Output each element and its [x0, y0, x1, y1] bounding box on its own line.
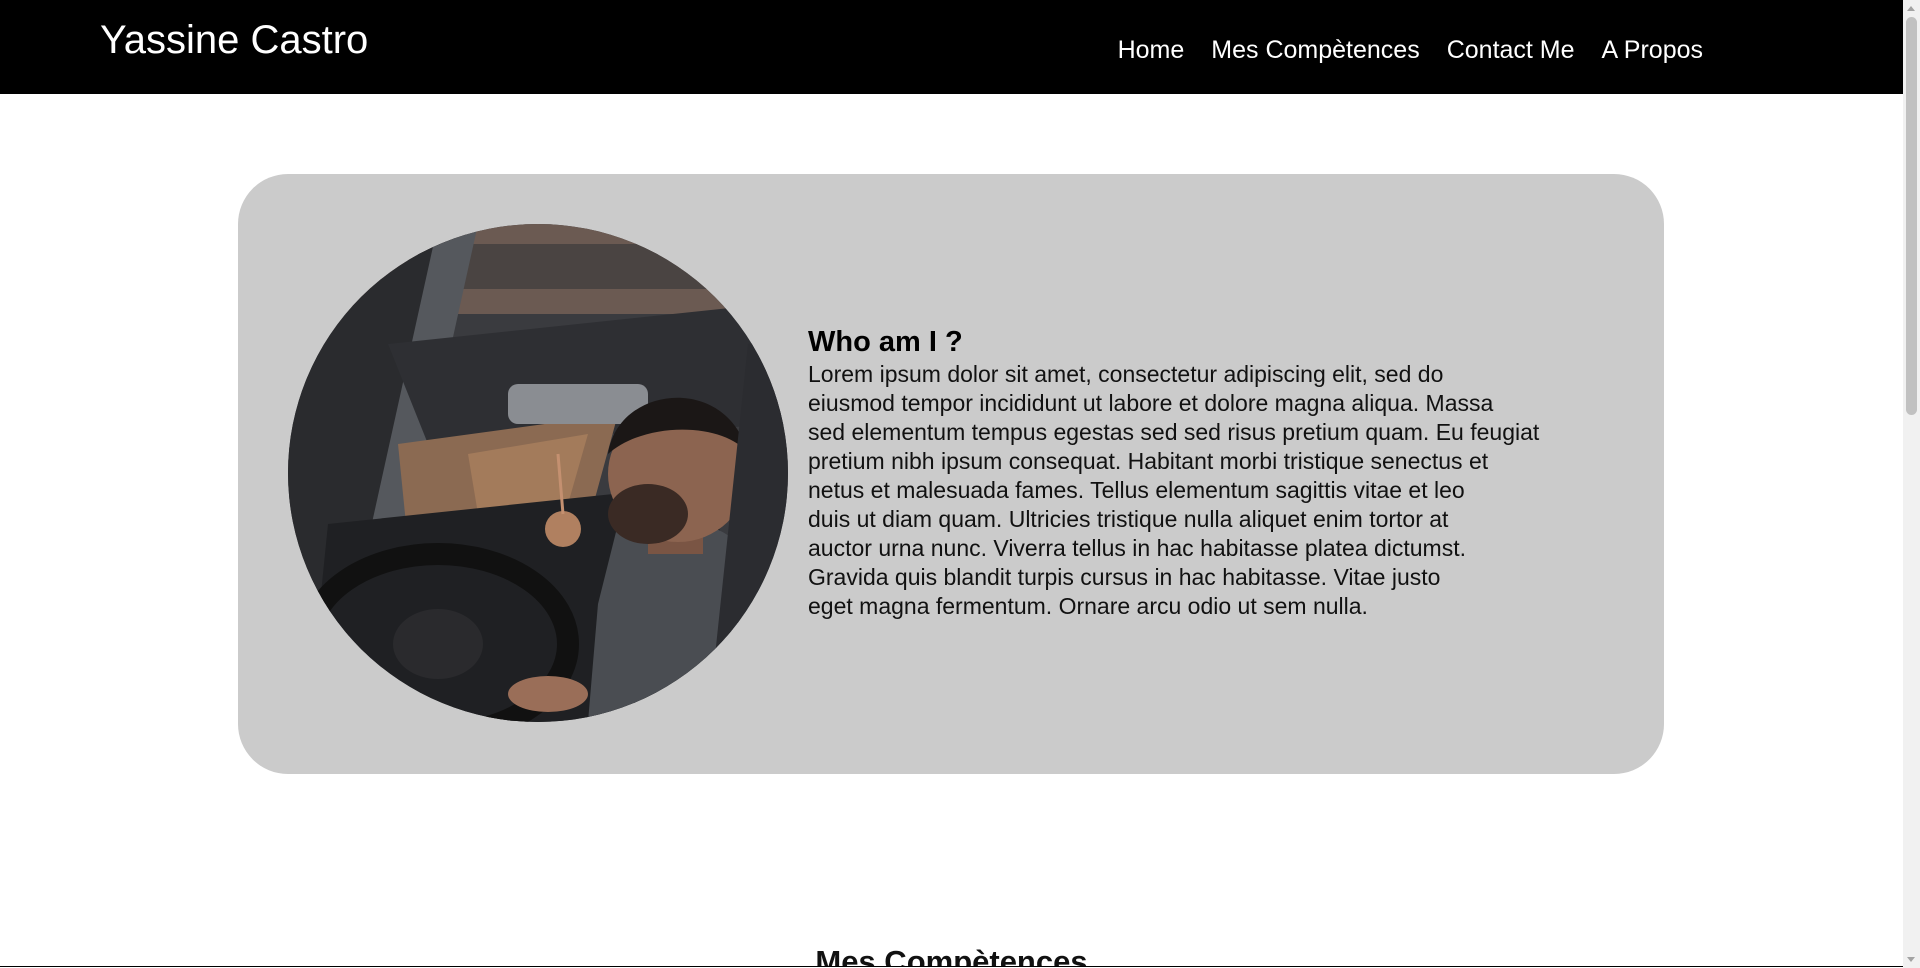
about-line: auctor urna nunc. Viverra tellus in hac …: [808, 535, 1466, 561]
viewport-bottom-border: [0, 966, 1903, 967]
scroll-up-arrow-icon[interactable]: [1907, 6, 1915, 11]
about-card: Who am I ? Lorem ipsum dolor sit amet, c…: [238, 174, 1664, 774]
about-line: pretium nibh ipsum consequat. Habitant m…: [808, 448, 1489, 474]
brand-title[interactable]: Yassine Castro: [100, 16, 368, 64]
about-line: sed elementum tempus egestas sed sed ris…: [808, 419, 1540, 445]
navbar: Yassine Castro Home Mes Compètences Cont…: [0, 0, 1903, 94]
about-line: eget magna fermentum. Ornare arcu odio u…: [808, 593, 1368, 619]
about-line: eiusmod tempor incididunt ut labore et d…: [808, 390, 1494, 416]
about-body: Lorem ipsum dolor sit amet, consectetur …: [808, 360, 1588, 621]
about-line: netus et malesuada fames. Tellus element…: [808, 477, 1465, 503]
vertical-scrollbar[interactable]: [1903, 0, 1920, 968]
nav-link-home[interactable]: Home: [1118, 34, 1185, 66]
scroll-down-arrow-icon[interactable]: [1907, 957, 1915, 962]
about-line: Lorem ipsum dolor sit amet, consectetur …: [808, 361, 1444, 387]
about-text: Who am I ? Lorem ipsum dolor sit amet, c…: [808, 324, 1588, 621]
nav-menu: Home Mes Compètences Contact Me A Propos: [1118, 34, 1703, 66]
skills-section-title: Mes Compètences: [815, 944, 1088, 967]
nav-link-skills[interactable]: Mes Compètences: [1211, 34, 1419, 66]
about-line: Gravida quis blandit turpis cursus in ha…: [808, 564, 1441, 590]
about-heading: Who am I ?: [808, 326, 963, 358]
about-line: duis ut diam quam. Ultricies tristique n…: [808, 506, 1449, 532]
nav-link-contact[interactable]: Contact Me: [1447, 34, 1575, 66]
scrollbar-thumb[interactable]: [1906, 17, 1917, 415]
nav-link-about[interactable]: A Propos: [1602, 34, 1703, 66]
page: Yassine Castro Home Mes Compètences Cont…: [0, 0, 1903, 967]
profile-photo: [288, 224, 788, 722]
